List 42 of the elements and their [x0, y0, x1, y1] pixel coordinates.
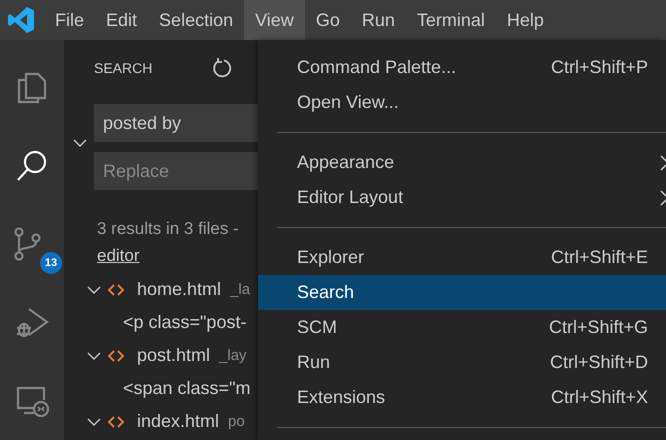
shortcut: Ctrl+Shift+E [550, 246, 648, 268]
search-field[interactable]: posted by [94, 104, 258, 142]
menu-item[interactable]: Explorer Ctrl+Shift+E [258, 240, 666, 275]
menu-title[interactable]: File [44, 0, 96, 40]
menu-item[interactable]: Run Ctrl+Shift+D [258, 345, 666, 380]
menu-item[interactable]: Command Palette... Ctrl+Shift+P [258, 50, 666, 86]
file-name[interactable]: home.html [137, 279, 222, 300]
menu-title[interactable]: Selection [148, 0, 244, 40]
menu-item[interactable]: Search [258, 275, 666, 310]
menu-title[interactable]: Run [350, 0, 406, 40]
menu-item[interactable]: SCM Ctrl+Shift+G [258, 310, 666, 346]
shortcut: Ctrl+Shift+G [548, 317, 648, 338]
html-file-icon [108, 414, 124, 428]
results-summary: 3 results in 3 files - [97, 218, 239, 240]
html-file-icon [108, 282, 124, 296]
menu-item[interactable]: Extensions Ctrl+Shift+X [258, 380, 666, 416]
file-name[interactable]: index.html [137, 411, 220, 432]
html-file-icon [108, 348, 124, 362]
replace-field[interactable]: Replace [94, 152, 258, 190]
menu-title[interactable]: View [244, 0, 305, 40]
menu-title[interactable]: Go [304, 0, 351, 40]
file-path: _lay [219, 347, 247, 364]
shortcut: Ctrl+Shift+P [550, 57, 648, 78]
file-path: po [228, 413, 245, 430]
submenu-item[interactable]: Appearance [258, 144, 666, 180]
menu-title[interactable]: Help [496, 0, 555, 40]
shortcut: Ctrl+Shift+D [550, 352, 648, 374]
submenu-item[interactable]: Editor Layout [258, 180, 666, 216]
match-line[interactable]: <p class="post- [64, 306, 258, 339]
menu-title[interactable]: Terminal [406, 0, 496, 40]
file-path: _la [230, 281, 250, 298]
source-control-icon[interactable] [14, 226, 42, 262]
panel-title: SEARCH [94, 60, 152, 76]
app-logo-icon [6, 5, 36, 35]
file-name[interactable]: post.html [137, 345, 210, 366]
count-badge: 13 [40, 252, 62, 274]
refresh-icon[interactable] [212, 58, 232, 78]
shortcut: Ctrl+Shift+X [550, 387, 648, 408]
open-in-editor-link[interactable]: editor [97, 242, 140, 269]
match-line[interactable]: <span class="m [64, 372, 258, 405]
menu-item[interactable]: Open View... [258, 85, 666, 120]
menu-title[interactable]: Edit [95, 0, 148, 40]
